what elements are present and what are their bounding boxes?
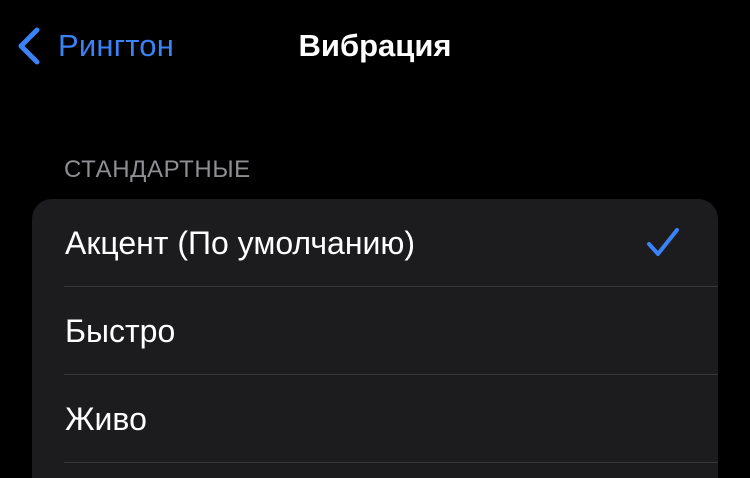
section-header-standard: СТАНДАРТНЫЕ [64, 156, 251, 183]
page-title: Вибрация [298, 28, 452, 63]
vibration-list: Акцент (По умолчанию) Быстро Живо [32, 199, 718, 478]
list-item-fast[interactable]: Быстро [32, 287, 718, 375]
list-item-label: Живо [65, 401, 147, 437]
list-item-label: Акцент (По умолчанию) [65, 225, 416, 261]
list-item-label: Быстро [65, 313, 176, 349]
list-item-lively[interactable]: Живо [32, 375, 718, 463]
vibration-settings-screen: Рингтон Вибрация СТАНДАРТНЫЕ Акцент (По … [0, 0, 750, 478]
list-item-accent[interactable]: Акцент (По умолчанию) [32, 199, 718, 287]
divider [64, 462, 718, 463]
navigation-bar: Рингтон Вибрация [0, 0, 750, 90]
checkmark-icon [647, 228, 679, 256]
